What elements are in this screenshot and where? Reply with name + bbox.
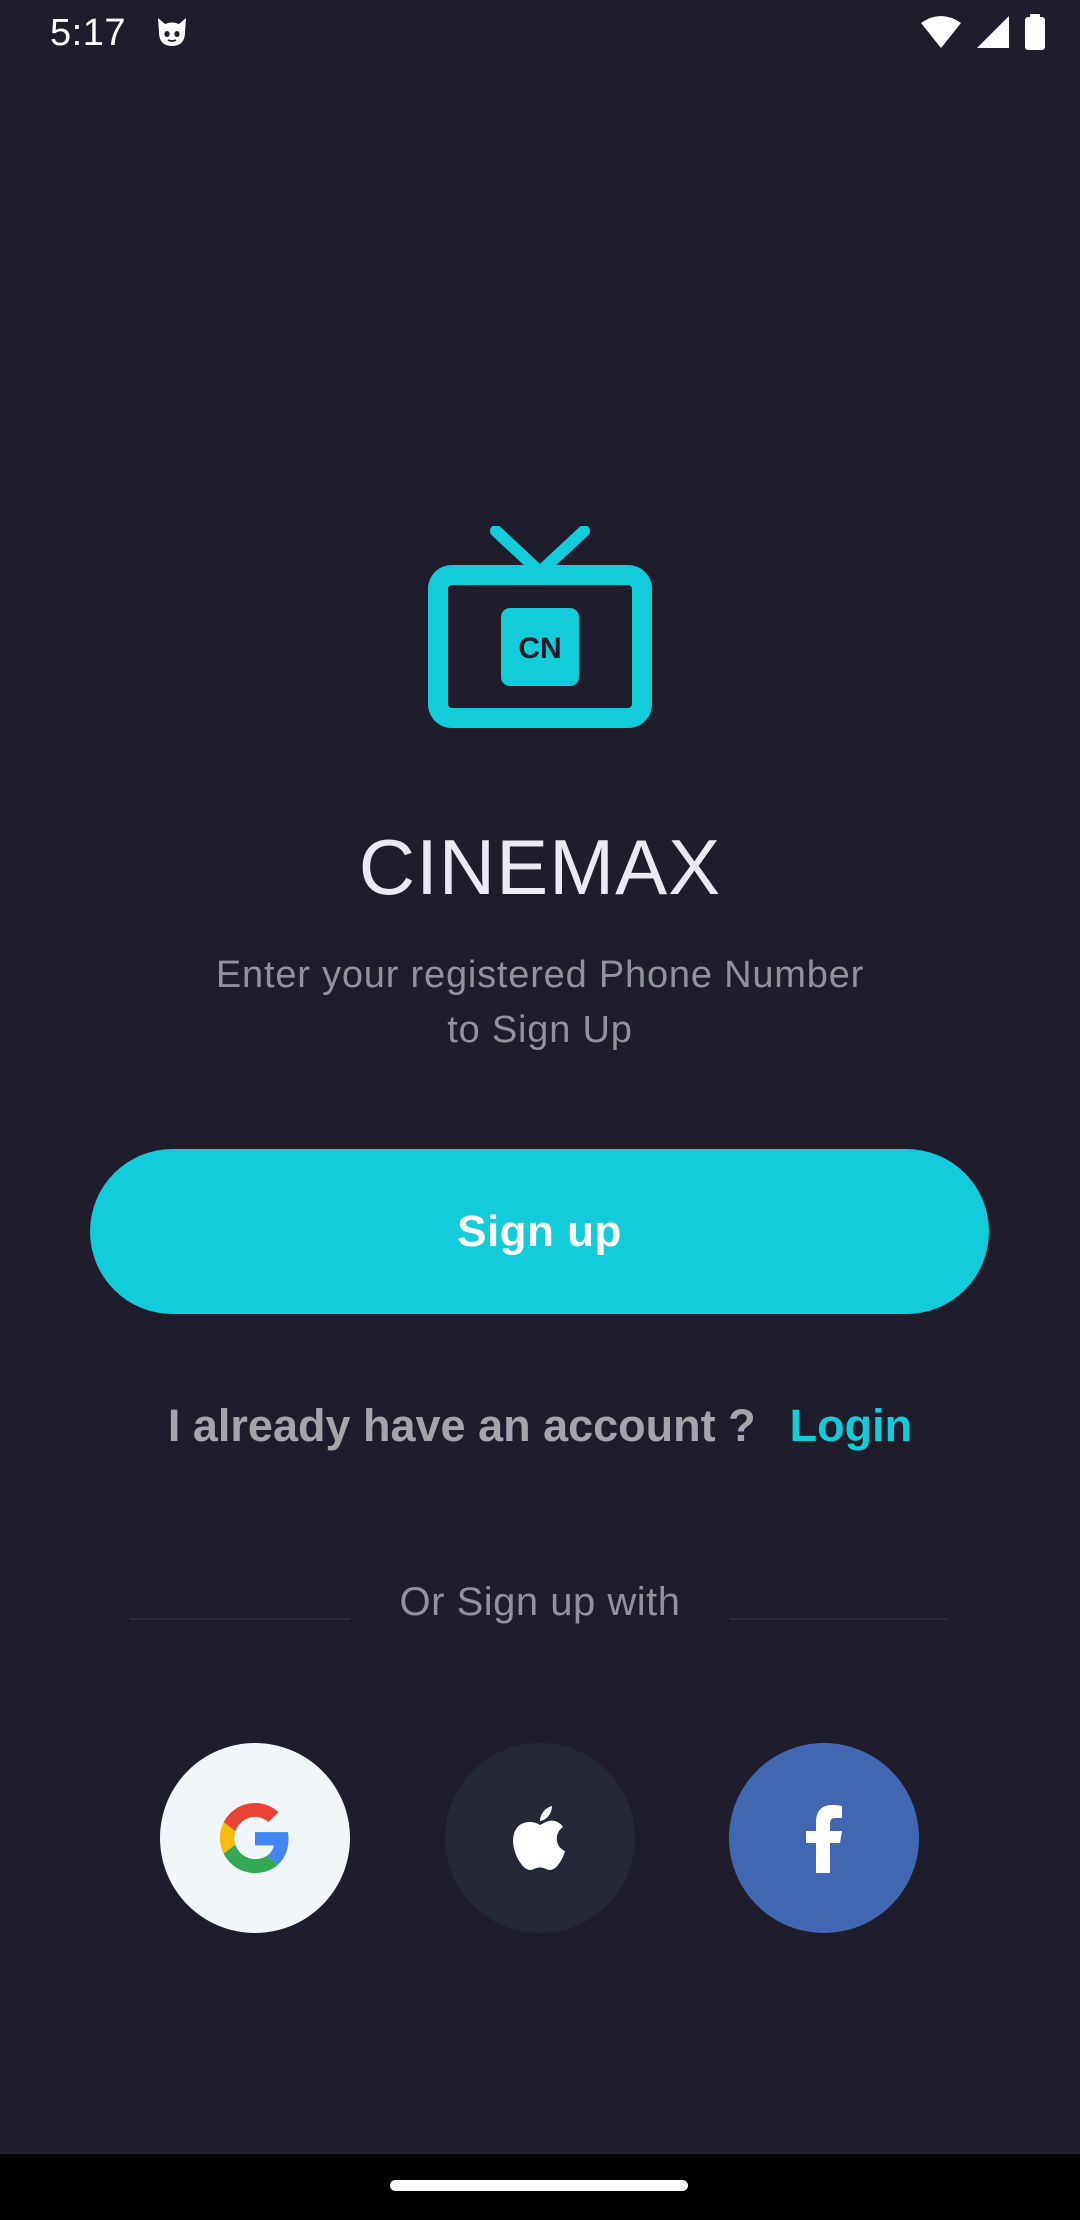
login-link[interactable]: Login [790, 1400, 912, 1452]
status-time: 5:17 [50, 12, 126, 54]
navigation-bar [0, 2154, 1080, 2220]
account-row: I already have an account ? Login [0, 1396, 1080, 1456]
apple-sign-up-button[interactable] [445, 1743, 635, 1933]
status-icons [920, 14, 1046, 50]
cat-icon [158, 18, 186, 46]
logo-badge-text: CN [518, 632, 561, 665]
social-divider: Or Sign up with [130, 1580, 948, 1630]
apple-icon [513, 1806, 565, 1870]
battery-icon [1025, 14, 1045, 50]
subtitle: Enter your registered Phone Number to Si… [215, 954, 865, 1051]
account-prompt-text: I already have an account ? [167, 1400, 756, 1451]
divider-line-right [730, 1618, 948, 1620]
wifi-icon [921, 16, 961, 48]
tv-icon: CN [428, 526, 652, 728]
google-icon [220, 1803, 289, 1873]
page-title: CINEMAX [358, 823, 722, 911]
divider-text: Or Sign up with [399, 1580, 681, 1624]
facebook-sign-up-button[interactable] [729, 1743, 919, 1933]
divider-line-left [130, 1618, 350, 1620]
sign-up-button-label: Sign up [457, 1206, 622, 1256]
status-bar: 5:17 [0, 0, 1080, 66]
home-indicator[interactable] [390, 2180, 688, 2191]
facebook-icon [806, 1805, 842, 1873]
google-sign-up-button[interactable] [160, 1743, 350, 1933]
sign-up-button[interactable]: Sign up [90, 1149, 989, 1314]
signal-icon [977, 16, 1009, 48]
